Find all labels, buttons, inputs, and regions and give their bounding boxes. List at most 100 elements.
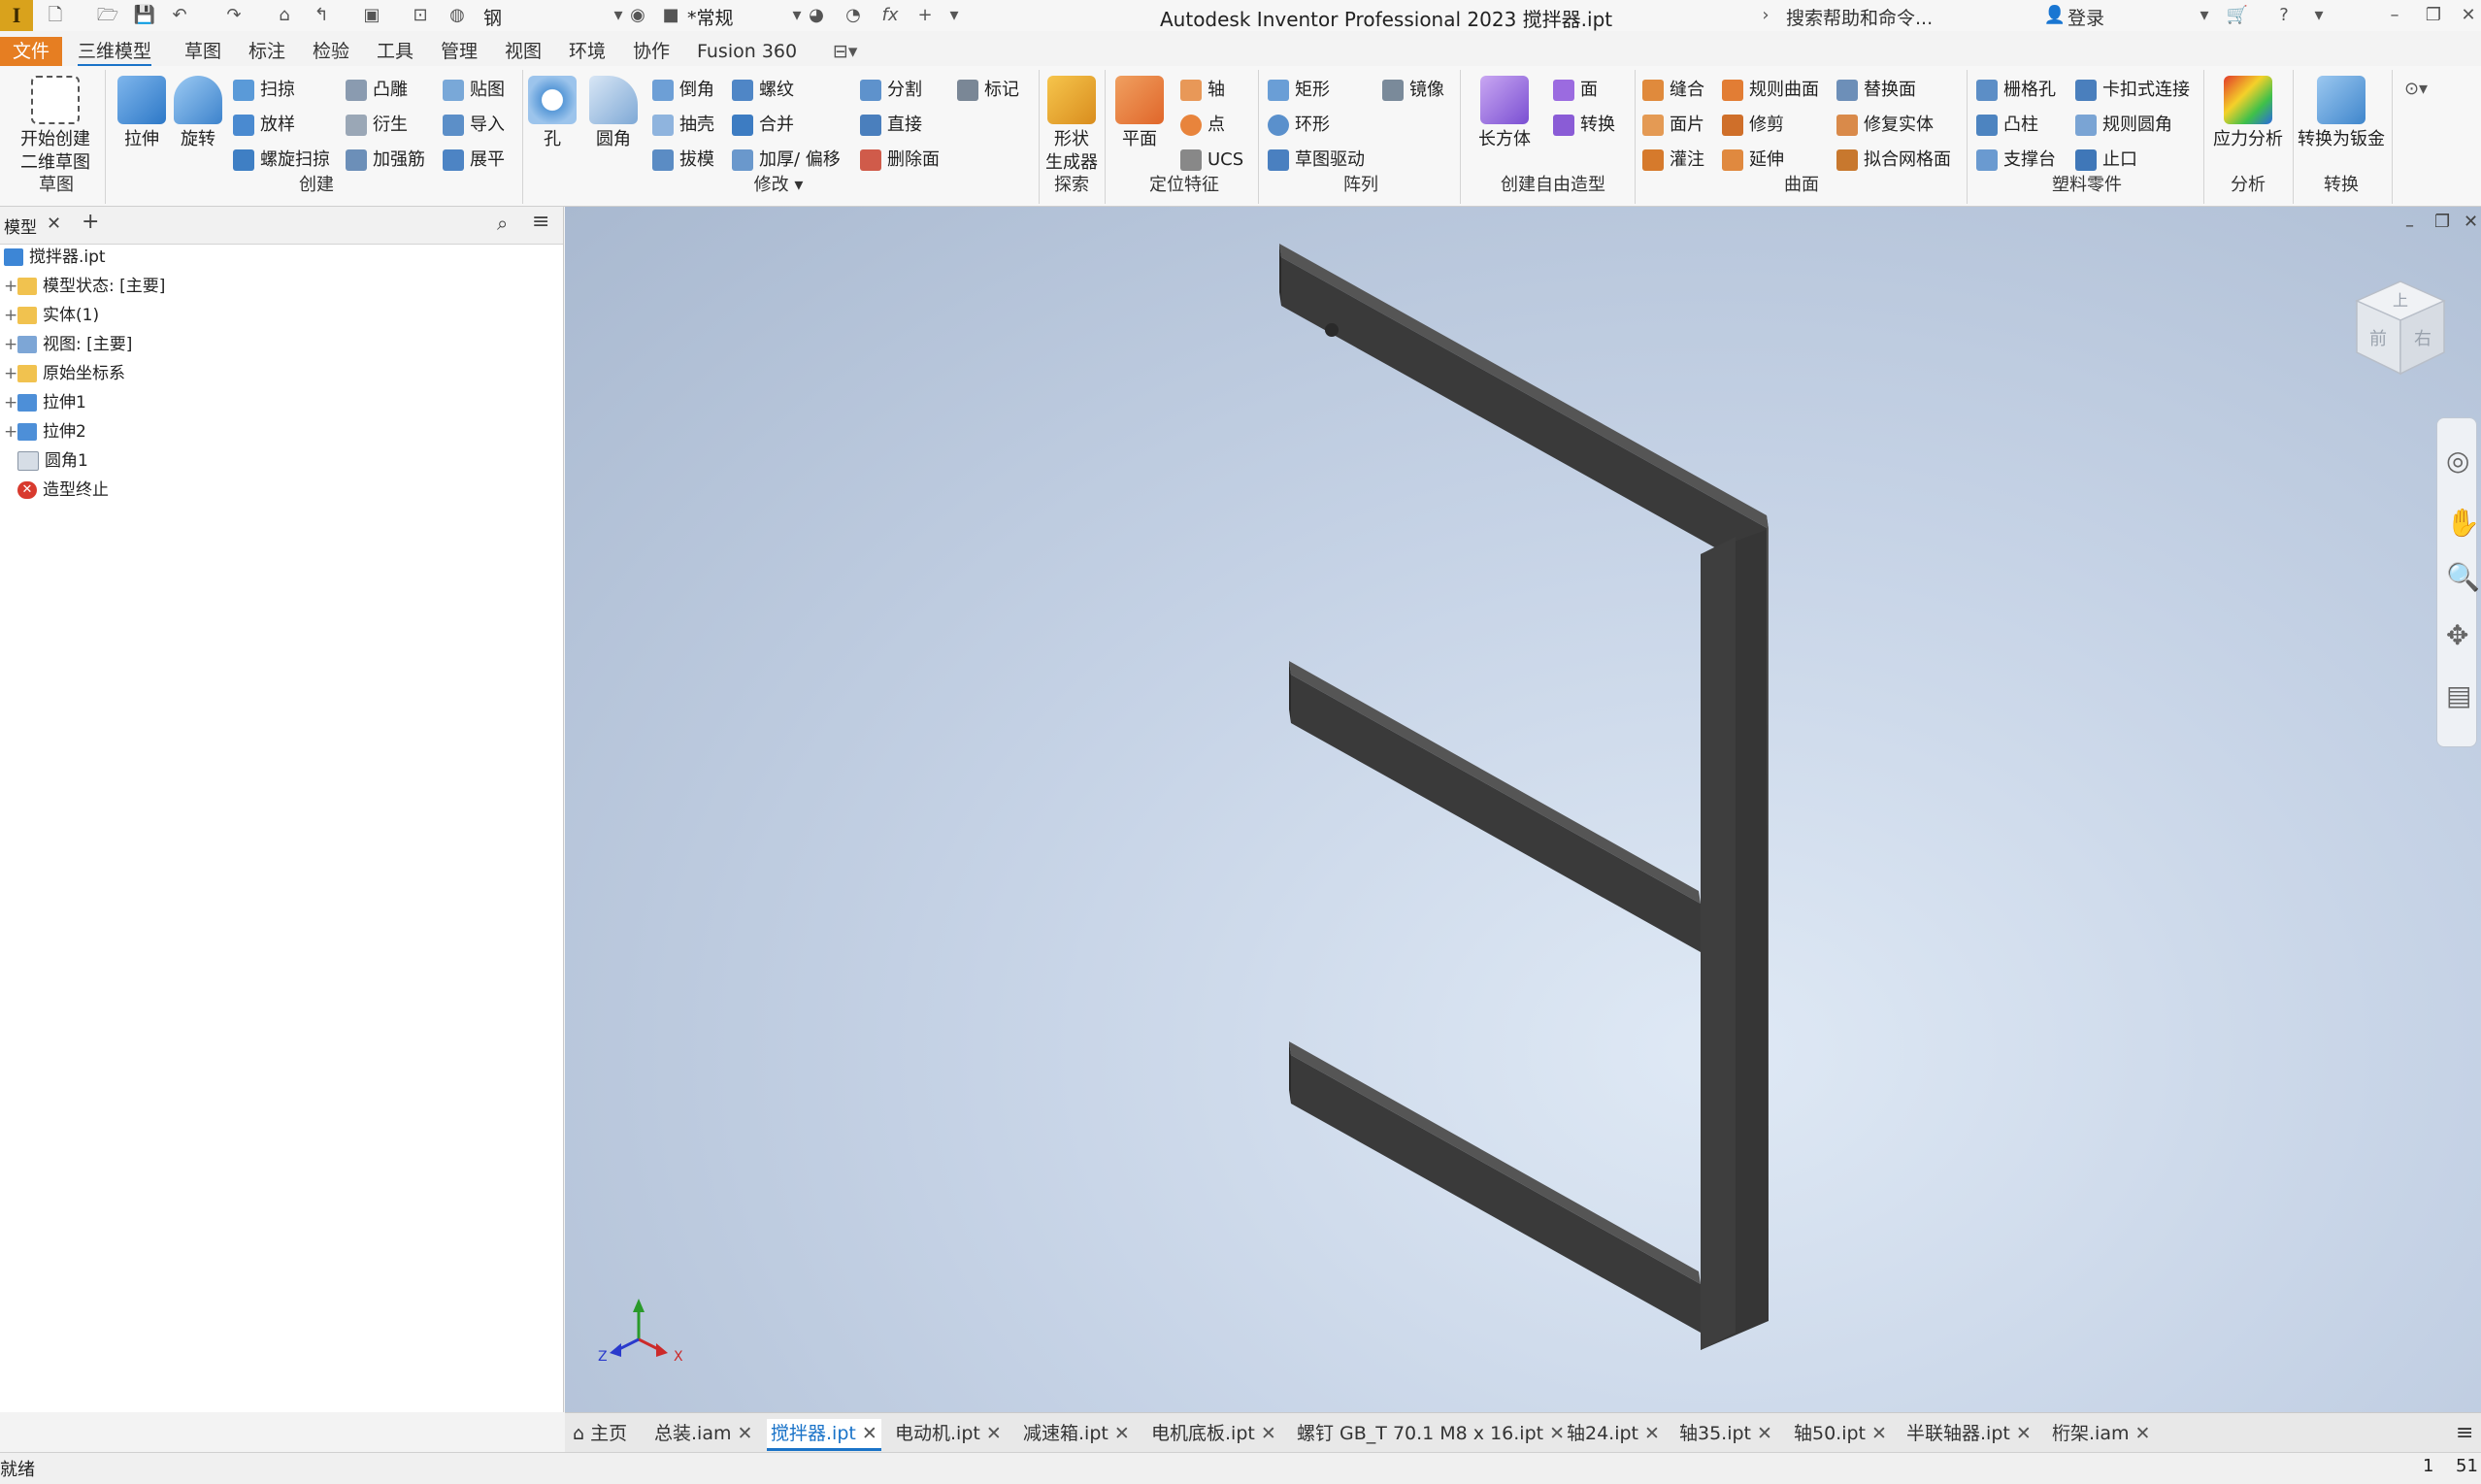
boss-button[interactable]: 凸柱 [1976,111,2038,140]
expand-icon[interactable]: + [4,331,17,358]
close-icon[interactable]: ✕ [1261,1423,1276,1444]
close-icon[interactable]: ✕ [1757,1423,1772,1444]
restore-icon[interactable]: ❐ [2421,4,2446,27]
unwrap-button[interactable]: 展平 [443,146,505,175]
appearance-dropdown[interactable]: *常规 [687,4,734,30]
freeform-face-button[interactable]: 面 [1553,76,1598,105]
search-help-input[interactable]: 搜索帮助和命令... [1786,4,1933,30]
browser-tab-model[interactable]: 模型 [4,214,37,238]
tab-file[interactable]: 文件 [0,37,62,66]
return-icon[interactable]: ↰ [309,4,334,27]
doc-tab[interactable]: 电动机.ipt ✕ [895,1419,1002,1448]
derive-button[interactable]: 衍生 [346,111,408,140]
tree-item-model-state[interactable]: + 模型状态: [主要] [4,273,165,300]
direct-button[interactable]: 直接 [860,111,922,140]
undo-icon[interactable]: ↶ [167,4,192,27]
redo-icon[interactable]: ↷ [221,4,247,27]
stress-analysis-button[interactable]: 应力分析 [2209,76,2287,151]
shape-generator-button[interactable]: 形状 生成器 [1042,76,1101,175]
circ-pattern-button[interactable]: 环形 [1268,111,1330,140]
point-button[interactable]: 点 [1180,111,1225,140]
doc-tab[interactable]: 半联轴器.ipt ✕ [1906,1419,2032,1448]
select-icon[interactable]: ⊡ [408,4,433,27]
viewcube[interactable]: 上 前 右 [2347,277,2454,383]
graphics-viewport[interactable] [565,207,2481,1412]
close-icon[interactable]: ✕ [2134,1423,2150,1444]
plus-icon[interactable]: + [912,4,938,27]
close-icon[interactable]: ✕ [2456,4,2481,27]
doc-tab[interactable]: 轴35.ipt ✕ [1679,1419,1772,1448]
tab-collaborate[interactable]: 协作 [633,39,670,64]
plane-button[interactable]: 平面 [1112,76,1167,151]
chevron-down-icon[interactable]: ▾ [2306,4,2332,27]
tree-item-origin[interactable]: + 原始坐标系 [4,360,125,387]
rect-pattern-button[interactable]: 矩形 [1268,76,1330,105]
restore-icon[interactable]: ❐ [2434,212,2450,232]
tab-environments[interactable]: 环境 [569,39,606,64]
stitch-button[interactable]: 缝合 [1642,76,1704,105]
mirror-button[interactable]: 镜像 [1382,76,1444,105]
tab-sketch[interactable]: 草图 [184,39,221,64]
cart-icon[interactable]: 🛒 [2225,4,2250,27]
material-dropdown[interactable]: 钢 [483,4,502,30]
ribbon-expand-icon[interactable]: ⊙▾ [2403,78,2429,101]
axis-button[interactable]: 轴 [1180,76,1225,105]
emboss-button[interactable]: 凸雕 [346,76,408,105]
sculpt-button[interactable]: 灌注 [1642,146,1704,175]
chamfer-button[interactable]: 倒角 [652,76,714,105]
chevron-down-icon[interactable]: ▾ [2192,4,2217,27]
chevron-right-icon[interactable]: › [1753,4,1778,27]
tree-item-view[interactable]: + 视图: [主要] [4,331,132,358]
expand-icon[interactable]: + [4,273,17,300]
user-icon[interactable]: 👤 [2042,4,2068,27]
close-icon[interactable]: ✕ [1114,1423,1130,1444]
group-modify-label[interactable]: 修改 ▾ [749,171,808,196]
close-icon[interactable]: ✕ [1549,1423,1565,1444]
tree-item-extrude1[interactable]: + 拉伸1 [4,389,86,416]
close-icon[interactable]: ✕ [1871,1423,1887,1444]
trim-button[interactable]: 修剪 [1722,111,1784,140]
tab-annotate[interactable]: 标注 [248,39,285,64]
start-sketch-button[interactable]: 开始创建 二维草图 [14,76,97,175]
shell-button[interactable]: 抽壳 [652,111,714,140]
expand-icon[interactable]: + [4,418,17,445]
doc-tab[interactable]: 减速箱.ipt ✕ [1023,1419,1130,1448]
freeform-box-button[interactable]: 长方体 [1470,76,1539,151]
inventor-logo-icon[interactable]: I [0,0,33,31]
material-icon[interactable]: ◍ [445,4,470,27]
doc-tab[interactable]: 轴24.ipt ✕ [1567,1419,1660,1448]
tab-manage[interactable]: 管理 [441,39,478,64]
search-icon[interactable]: ⌕ [497,212,508,235]
import-button[interactable]: 导入 [443,111,505,140]
sweep-button[interactable]: 扫掠 [233,76,295,105]
open-file-icon[interactable]: 🗁 [95,4,120,27]
ribbon-options-icon[interactable]: ⊟▾ [833,39,857,64]
look-at-icon[interactable]: ▤ [2446,679,2471,711]
tab-inspect[interactable]: 检验 [313,39,349,64]
tab-3d-model[interactable]: 三维模型 [78,39,152,66]
delete-face-button[interactable]: 删除面 [860,146,940,175]
menu-icon[interactable]: ≡ [532,210,549,234]
hole-button[interactable]: 孔 [528,76,577,151]
thread-button[interactable]: 螺纹 [732,76,794,105]
doc-tab[interactable]: 轴50.ipt ✕ [1794,1419,1887,1448]
close-icon[interactable]: ✕ [47,214,61,234]
fit-mesh-face-button[interactable]: 拟合网格面 [1836,146,1951,175]
replace-face-button[interactable]: 替换面 [1836,76,1916,105]
patch-button[interactable]: 面片 [1642,111,1704,140]
close-icon[interactable]: ✕ [986,1423,1002,1444]
rib-button[interactable]: 加强筋 [346,146,425,175]
decal-button[interactable]: 贴图 [443,76,505,105]
rest-button[interactable]: 支撑台 [1976,146,2056,175]
convert-to-sheet-metal-button[interactable]: 转换为钣金 [2295,76,2388,151]
add-tab-icon[interactable]: + [82,210,99,234]
tree-item-solid-bodies[interactable]: + 实体(1) [4,302,99,329]
parameters-fx-icon[interactable]: fx [877,4,903,27]
grill-button[interactable]: 栅格孔 [1976,76,2056,105]
combine-button[interactable]: 合并 [732,111,794,140]
extend-button[interactable]: 延伸 [1722,146,1784,175]
minimize-icon[interactable]: – [2382,4,2407,27]
minimize-icon[interactable]: – [2405,215,2414,236]
doc-tab-home[interactable]: ⌂ 主页 [573,1419,627,1448]
tree-item-extrude2[interactable]: + 拉伸2 [4,418,86,445]
